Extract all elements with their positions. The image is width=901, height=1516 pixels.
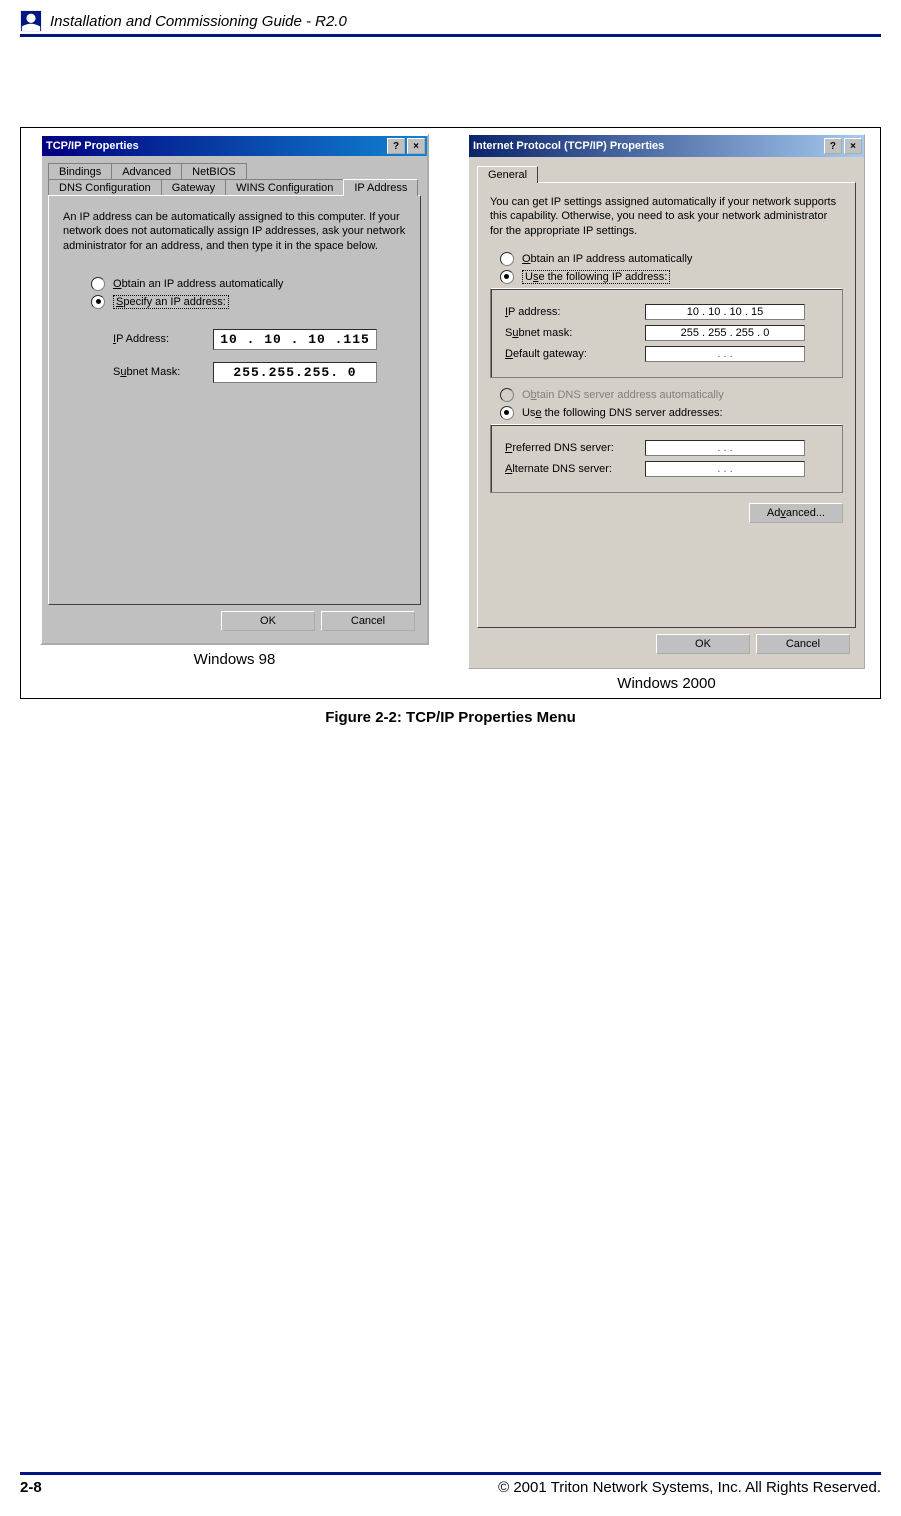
copyright: © 2001 Triton Network Systems, Inc. All … xyxy=(498,1479,881,1496)
radio-obtain-auto-2k[interactable]: Obtain an IP address automatically xyxy=(500,252,843,266)
radio-obtain-auto-label: Obtain an IP address automatically xyxy=(113,278,283,290)
radio-specify-label: Specify an IP address: xyxy=(113,295,229,309)
page-footer: 2-8 © 2001 Triton Network Systems, Inc. … xyxy=(20,1472,881,1496)
radio-icon xyxy=(500,388,514,402)
radio-use-ip[interactable]: Use the following IP address: xyxy=(500,270,843,284)
radio-specify[interactable]: Specify an IP address: xyxy=(91,295,406,309)
win98-caption: Windows 98 xyxy=(194,651,276,668)
radio-use-ip-label: Use the following IP address: xyxy=(522,270,670,284)
alternate-dns-label: Alternate DNS server: xyxy=(505,463,645,475)
radio-icon xyxy=(500,406,514,420)
ip-address-field-2k[interactable]: 10 . 10 . 10 . 15 xyxy=(645,304,805,320)
figure-frame: TCP/IP Properties ? × Bindings Advanced … xyxy=(20,127,881,699)
ok-button[interactable]: OK xyxy=(221,611,315,631)
radio-dns-use[interactable]: Use the following DNS server addresses: xyxy=(500,406,843,420)
tabs-row2: DNS Configuration Gateway WINS Configura… xyxy=(48,178,421,195)
radio-obtain-auto[interactable]: Obtain an IP address automatically xyxy=(91,277,406,291)
win2k-description: You can get IP settings assigned automat… xyxy=(490,195,843,238)
radio-icon xyxy=(91,295,105,309)
tab-dns[interactable]: DNS Configuration xyxy=(48,179,162,196)
alternate-dns-field[interactable]: . . . xyxy=(645,461,805,477)
win2k-caption: Windows 2000 xyxy=(617,675,715,692)
logo-icon xyxy=(20,10,42,32)
dns-group: Preferred DNS server: . . . Alternate DN… xyxy=(490,424,843,493)
advanced-button[interactable]: Advanced... xyxy=(749,503,843,523)
win2k-title: Internet Protocol (TCP/IP) Properties xyxy=(473,140,664,152)
page-header: Installation and Commissioning Guide - R… xyxy=(20,10,881,37)
win98-titlebar: TCP/IP Properties ? × xyxy=(42,136,427,156)
win98-description: An IP address can be automatically assig… xyxy=(63,210,406,253)
tab-ipaddress[interactable]: IP Address xyxy=(343,179,418,196)
radio-dns-use-label: Use the following DNS server addresses: xyxy=(522,407,723,419)
subnet-mask-label-2k: Subnet mask: xyxy=(505,327,645,339)
win2k-titlebar: Internet Protocol (TCP/IP) Properties ? … xyxy=(469,135,864,157)
win98-title: TCP/IP Properties xyxy=(46,140,139,152)
preferred-dns-label: Preferred DNS server: xyxy=(505,442,645,454)
preferred-dns-field[interactable]: . . . xyxy=(645,440,805,456)
default-gateway-field[interactable]: . . . xyxy=(645,346,805,362)
figure-caption: Figure 2-2: TCP/IP Properties Menu xyxy=(20,709,881,726)
tab-general[interactable]: General xyxy=(477,166,538,183)
help-button[interactable]: ? xyxy=(387,138,405,154)
page-number: 2-8 xyxy=(20,1479,42,1496)
subnet-mask-field[interactable]: 255.255.255. 0 xyxy=(213,362,377,383)
cancel-button[interactable]: Cancel xyxy=(321,611,415,631)
help-button[interactable]: ? xyxy=(824,138,842,154)
cancel-button-2k[interactable]: Cancel xyxy=(756,634,850,654)
ip-address-label-2k: IP address: xyxy=(505,306,645,318)
subnet-mask-field-2k[interactable]: 255 . 255 . 255 . 0 xyxy=(645,325,805,341)
radio-dns-auto: Obtain DNS server address automatically xyxy=(500,388,843,402)
tab-netbios[interactable]: NetBIOS xyxy=(181,163,246,180)
tab-bindings[interactable]: Bindings xyxy=(48,163,112,180)
default-gateway-label: Default gateway: xyxy=(505,348,645,360)
ok-button-2k[interactable]: OK xyxy=(656,634,750,654)
win2k-dialog: Internet Protocol (TCP/IP) Properties ? … xyxy=(468,134,865,669)
ip-address-label: IP Address: xyxy=(113,333,213,345)
radio-dns-auto-label: Obtain DNS server address automatically xyxy=(522,389,724,401)
tabs-row1: Bindings Advanced NetBIOS xyxy=(48,162,421,179)
tab-gateway[interactable]: Gateway xyxy=(161,179,226,196)
close-button[interactable]: × xyxy=(407,138,425,154)
ip-address-field[interactable]: 10 . 10 . 10 .115 xyxy=(213,329,377,350)
radio-icon xyxy=(500,252,514,266)
radio-icon xyxy=(91,277,105,291)
tab-wins[interactable]: WINS Configuration xyxy=(225,179,344,196)
radio-icon xyxy=(500,270,514,284)
win98-dialog: TCP/IP Properties ? × Bindings Advanced … xyxy=(40,134,429,645)
header-title: Installation and Commissioning Guide - R… xyxy=(50,13,347,30)
ip-group: IP address: 10 . 10 . 10 . 15 Subnet mas… xyxy=(490,288,843,378)
subnet-mask-label: Subnet Mask: xyxy=(113,366,213,378)
close-button[interactable]: × xyxy=(844,138,862,154)
radio-obtain-auto-2k-label: Obtain an IP address automatically xyxy=(522,253,692,265)
tab-advanced[interactable]: Advanced xyxy=(111,163,182,180)
